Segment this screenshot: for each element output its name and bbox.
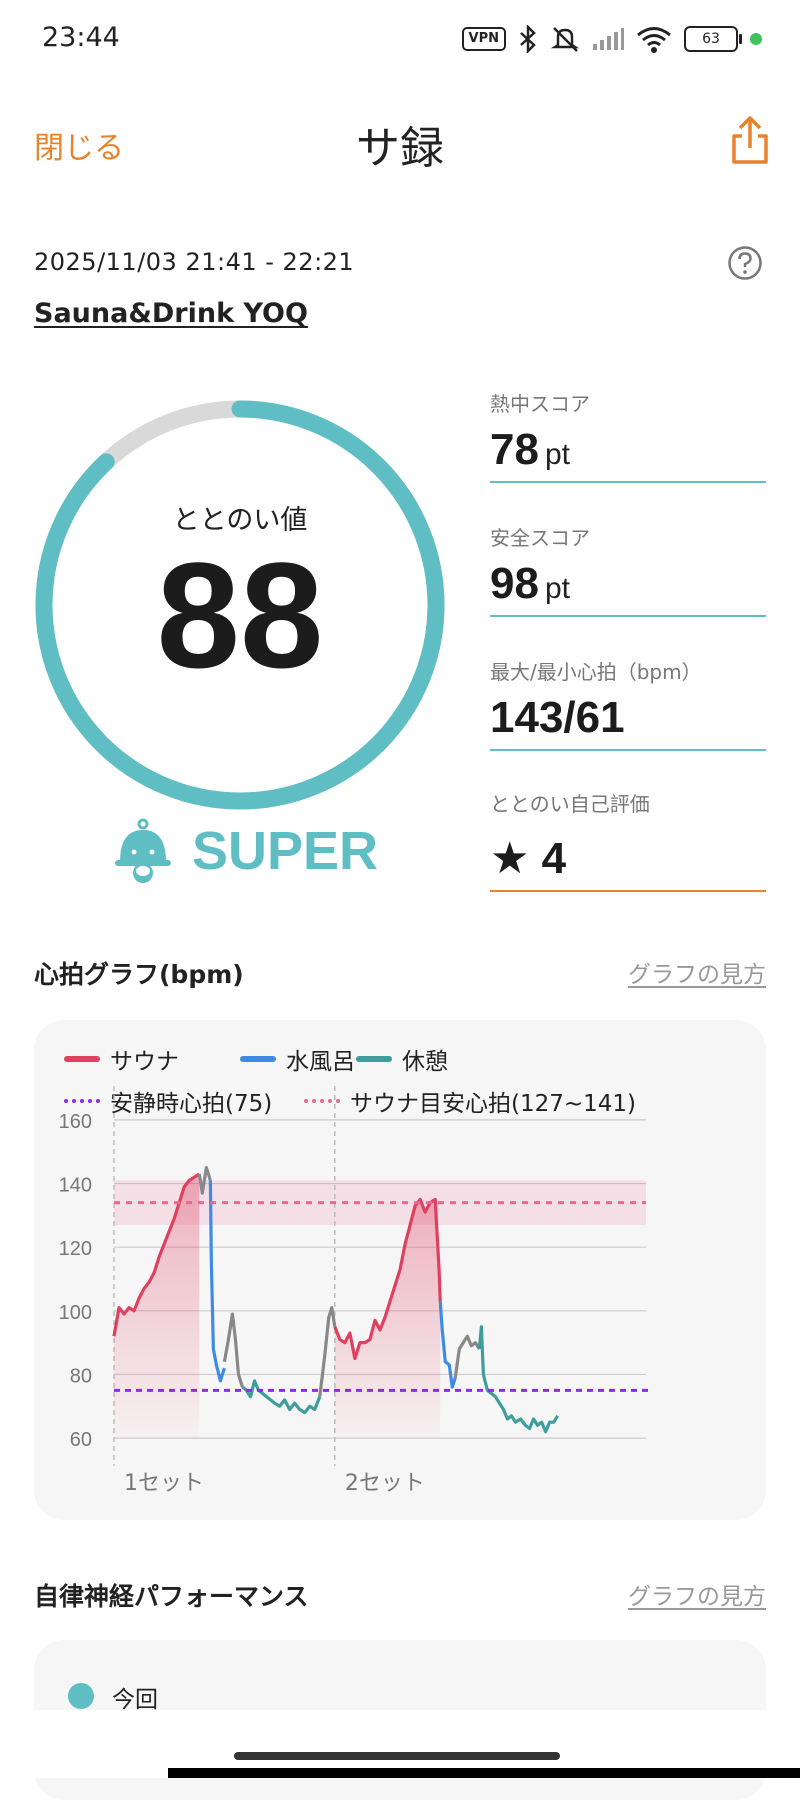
bell-character-icon bbox=[115, 818, 171, 883]
y-tick-label: 60 bbox=[70, 1429, 92, 1451]
legend-label-current: 今回 bbox=[112, 1687, 158, 1713]
grade-label: SUPER bbox=[192, 821, 379, 881]
y-tick-label: 140 bbox=[59, 1175, 92, 1197]
series-line bbox=[241, 1379, 322, 1415]
heart-rate-chart: 60 80 100 120 140 160 1セット 2セット bbox=[59, 1086, 652, 1496]
set-label: 1セット bbox=[124, 1471, 204, 1496]
score-value: 88 bbox=[156, 531, 324, 699]
metric-label: 熱中スコア bbox=[490, 392, 590, 416]
heart-section-title: 心拍グラフ(bpm) bbox=[34, 960, 244, 989]
metric-divider bbox=[490, 890, 766, 892]
metric-heat-score: 熱中スコア 78 pt bbox=[490, 388, 766, 483]
metric-unit: pt bbox=[544, 572, 570, 605]
active-dot bbox=[750, 33, 762, 45]
metric-heart-rate: 最大/最小心拍（bpm） 143/61 bbox=[490, 656, 766, 751]
facility-link[interactable]: Sauna&Drink YOQ bbox=[34, 298, 308, 329]
series-line bbox=[453, 1334, 481, 1378]
metric-divider bbox=[490, 615, 766, 617]
metric-divider bbox=[490, 481, 766, 483]
metric-safety-score: 安全スコア 98 pt bbox=[490, 522, 766, 617]
series-line bbox=[477, 1325, 560, 1434]
heart-chart-card: サウナ 水風呂 休憩 安静時心拍(75) サウナ目安心拍(127~141) 60… bbox=[34, 1020, 766, 1520]
home-indicator[interactable] bbox=[234, 1752, 560, 1760]
autonomic-graph-help-link[interactable]: グラフの見方 bbox=[628, 1577, 766, 1611]
sauna-area bbox=[334, 1199, 441, 1439]
series-line bbox=[222, 1312, 245, 1388]
bluetooth-icon bbox=[520, 25, 536, 53]
series-line bbox=[318, 1306, 337, 1397]
y-tick-label: 80 bbox=[70, 1365, 92, 1387]
help-icon[interactable] bbox=[727, 245, 763, 281]
y-tick-label: 120 bbox=[59, 1238, 92, 1260]
metric-value: 78 bbox=[490, 425, 539, 474]
autonomic-section-title: 自律神経パフォーマンス bbox=[34, 1582, 309, 1611]
session-time-range: 2025/11/03 21:41 - 22:21 bbox=[34, 248, 355, 276]
mute-icon bbox=[550, 27, 580, 52]
share-icon[interactable] bbox=[726, 112, 774, 168]
metric-value: 143/61 bbox=[490, 693, 625, 742]
vpn-icon: VPN bbox=[461, 27, 506, 51]
metric-self-rating[interactable]: ととのい自己評価 ★ 4 bbox=[490, 788, 766, 892]
metric-divider bbox=[490, 749, 766, 751]
set-label: 2セット bbox=[345, 1471, 425, 1496]
metric-label: 安全スコア bbox=[490, 526, 590, 550]
metric-label: 最大/最小心拍（bpm） bbox=[490, 660, 702, 684]
y-tick-label: 100 bbox=[59, 1302, 92, 1324]
heart-graph-help-link[interactable]: グラフの見方 bbox=[628, 955, 766, 989]
status-time: 23:44 bbox=[42, 22, 120, 53]
legend-dot-current bbox=[68, 1683, 94, 1709]
metric-unit: pt bbox=[544, 438, 570, 471]
signal-icon bbox=[593, 28, 624, 50]
metric-value: 98 bbox=[490, 559, 539, 608]
battery-icon: 63 bbox=[684, 26, 742, 52]
metric-value: ★ 4 bbox=[490, 834, 567, 883]
close-button[interactable]: 閉じる bbox=[34, 123, 124, 167]
y-tick-label: 160 bbox=[59, 1111, 92, 1133]
metric-label: ととのい自己評価 bbox=[490, 792, 650, 816]
navigation-bar-edge bbox=[168, 1768, 800, 1778]
wifi-icon bbox=[637, 27, 671, 53]
status-icons: VPN 63 bbox=[461, 22, 762, 56]
